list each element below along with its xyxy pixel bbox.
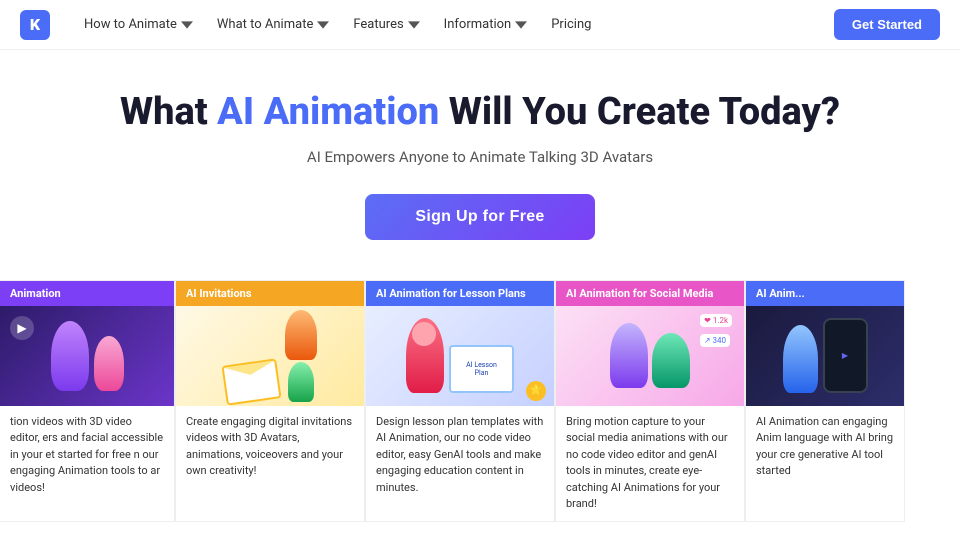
lesson-screen: AI LessonPlan <box>449 345 514 393</box>
share-badge: ↗ 340 <box>700 334 730 347</box>
card-4-header: AI Animation for Social Media <box>556 281 744 306</box>
cards-row: Animation ▶ tion videos with 3D video ed… <box>0 280 960 522</box>
card-5-image: ▶ <box>746 306 904 406</box>
logo[interactable]: K <box>20 10 50 40</box>
card-5-header: AI Anim... <box>746 281 904 306</box>
nav-links: How to Animate What to Animate Features … <box>74 11 834 38</box>
card-animation: Animation ▶ tion videos with 3D video ed… <box>0 280 175 522</box>
card-1-header: Animation <box>0 281 174 306</box>
nav-pricing[interactable]: Pricing <box>541 11 601 38</box>
card-4-image: ❤ 1.2k ↗ 340 <box>556 306 744 406</box>
nav-what-to-animate[interactable]: What to Animate <box>207 11 339 38</box>
hero-title: What AI Animation Will You Create Today? <box>120 90 840 136</box>
card-ai-anim: AI Anim... ▶ AI Animation can engaging A… <box>745 280 905 522</box>
star-icon: ⭐ <box>526 381 546 401</box>
card-5-body: AI Animation can engaging Anim language … <box>746 406 904 488</box>
navbar: K How to Animate What to Animate Feature… <box>0 0 960 50</box>
chevron-down-icon <box>181 19 193 31</box>
chevron-down-icon <box>408 19 420 31</box>
card-1-image: ▶ <box>0 306 174 406</box>
card-lesson-plans: AI Animation for Lesson Plans AI LessonP… <box>365 280 555 522</box>
card-2-header: AI Invitations <box>176 281 364 306</box>
play-icon: ▶ <box>10 316 34 340</box>
get-started-button[interactable]: Get Started <box>834 9 940 40</box>
chevron-down-icon <box>515 19 527 31</box>
chevron-down-icon <box>317 19 329 31</box>
card-4-body: Bring motion capture to your social medi… <box>556 406 744 521</box>
card-1-body: tion videos with 3D video editor, ers an… <box>0 406 174 505</box>
cards-section: Animation ▶ tion videos with 3D video ed… <box>0 260 960 522</box>
card-2-image <box>176 306 364 406</box>
nav-information[interactable]: Information <box>434 11 538 38</box>
nav-features[interactable]: Features <box>343 11 429 38</box>
card-3-body: Design lesson plan templates with AI Ani… <box>366 406 554 505</box>
hero-section: What AI Animation Will You Create Today?… <box>0 50 960 260</box>
hero-subtitle: AI Empowers Anyone to Animate Talking 3D… <box>307 148 653 166</box>
like-badge: ❤ 1.2k <box>700 314 732 327</box>
phone-screen: ▶ <box>823 318 868 393</box>
card-3-header: AI Animation for Lesson Plans <box>366 281 554 306</box>
card-social-media: AI Animation for Social Media ❤ 1.2k ↗ 3… <box>555 280 745 522</box>
signup-button[interactable]: Sign Up for Free <box>365 194 594 240</box>
card-3-image: AI LessonPlan ⭐ <box>366 306 554 406</box>
card-2-body: Create engaging digital invitations vide… <box>176 406 364 488</box>
card-invitations: AI Invitations Create engaging digital i… <box>175 280 365 522</box>
nav-how-to-animate[interactable]: How to Animate <box>74 11 203 38</box>
